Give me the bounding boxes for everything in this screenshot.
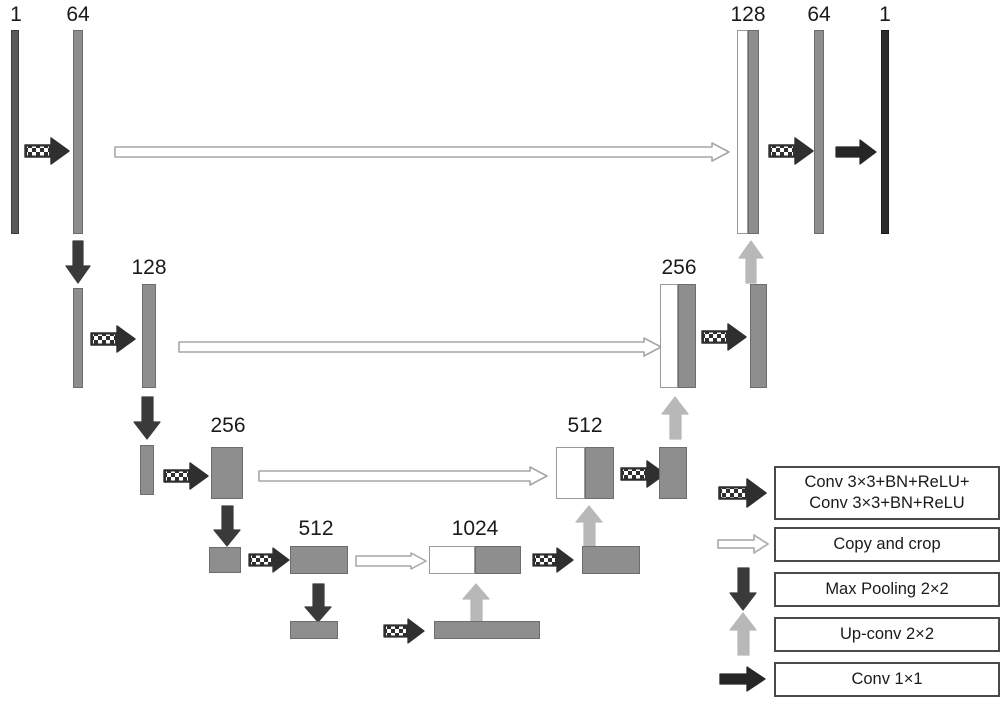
legend-item-upconv: Up-conv 2×2 — [712, 612, 1000, 656]
concat-upconv-half — [748, 30, 759, 234]
legend-conv-line1: Conv 3×3+BN+ReLU+ — [804, 473, 970, 491]
legend-conv-line2: Conv 3×3+BN+ReLU — [809, 494, 965, 512]
channel-label-dec-64: 64 — [807, 3, 831, 26]
feature-map-enc-128 — [142, 284, 156, 388]
maxpool-arrow-4 — [303, 583, 333, 623]
copy-crop-arrow-level-1 — [114, 142, 730, 162]
feature-map-pooled-128 — [140, 445, 154, 495]
channel-label-enc-64: 64 — [66, 3, 90, 26]
concat-copied-half — [556, 447, 585, 499]
conv-arrow-dec-4 — [532, 546, 574, 574]
solid-right-arrow-icon — [712, 658, 774, 700]
copy-crop-arrow-level-2 — [178, 337, 662, 357]
legend-label-upconv: Up-conv 2×2 — [774, 616, 1000, 652]
conv1x1-arrow — [835, 138, 877, 166]
legend-label-conv: Conv 3×3+BN+ReLU+ Conv 3×3+BN+ReLU — [774, 466, 1000, 520]
feature-map-dec-64 — [814, 30, 824, 234]
conv-arrow-enc-1 — [24, 136, 70, 166]
channel-label-dec-512: 512 — [567, 414, 603, 437]
channel-label-dec-256: 256 — [661, 256, 697, 279]
feature-map-enc-256 — [211, 447, 243, 499]
conv-arrow-enc-3 — [163, 461, 209, 491]
legend-item-conv1x1: Conv 1×1 — [712, 658, 1000, 700]
upconv-arrow-4 — [461, 583, 491, 623]
legend-label-conv1x1: Conv 1×1 — [774, 661, 1000, 697]
copy-crop-arrow-level-4 — [355, 552, 427, 570]
feature-map-output-1 — [881, 30, 889, 234]
conv-arrow-enc-2 — [90, 324, 136, 354]
feature-map-dec-1024-out — [582, 546, 640, 574]
hollow-arrow-icon — [712, 523, 774, 565]
feature-map-concat-512 — [556, 447, 614, 499]
unet-architecture-diagram: 1 64 128 64 1 128 256 256 512 512 1024 C… — [0, 0, 1000, 715]
feature-map-dec-512-out — [659, 447, 687, 499]
feature-map-pooled-64 — [73, 288, 83, 388]
upconv-arrow-3 — [574, 505, 604, 547]
channel-label-dec-128: 128 — [730, 3, 766, 26]
feature-map-enc-64 — [73, 30, 83, 234]
legend-label-copy-crop: Copy and crop — [774, 526, 1000, 562]
legend-label-maxpool: Max Pooling 2×2 — [774, 571, 1000, 607]
conv-arrow-dec-1 — [768, 136, 814, 166]
feature-map-enc-512 — [290, 546, 348, 574]
maxpool-arrow-3 — [212, 505, 242, 547]
conv-arrow-enc-4 — [248, 546, 290, 574]
conv-arrow-bottleneck — [383, 617, 425, 645]
channel-label-enc-512: 512 — [298, 517, 334, 540]
concat-copied-half — [429, 546, 475, 574]
conv-arrow-dec-2 — [701, 322, 747, 352]
legend: Conv 3×3+BN+ReLU+ Conv 3×3+BN+ReLU Copy … — [712, 466, 1000, 703]
upconv-arrow-1 — [737, 240, 765, 284]
maxpool-arrow-1 — [64, 240, 92, 284]
maxpool-arrow-2 — [132, 396, 162, 440]
down-arrow-icon — [712, 567, 774, 611]
copy-crop-arrow-level-3 — [258, 466, 548, 486]
channel-label-bottleneck-1024: 1024 — [451, 517, 499, 540]
feature-map-pooled-256 — [209, 547, 241, 573]
channel-label-input: 1 — [10, 3, 22, 26]
legend-item-conv: Conv 3×3+BN+ReLU+ Conv 3×3+BN+ReLU — [712, 466, 1000, 520]
upconv-arrow-2 — [660, 396, 690, 440]
channel-label-enc-256: 256 — [210, 414, 246, 437]
feature-map-concat-256 — [660, 284, 696, 388]
feature-map-concat-1024 — [429, 546, 521, 574]
up-arrow-icon — [712, 612, 774, 656]
concat-copied-half — [660, 284, 678, 388]
channel-label-output: 1 — [879, 3, 891, 26]
channel-label-enc-128: 128 — [131, 256, 167, 279]
concat-upconv-half — [678, 284, 696, 388]
conv-checkered-arrow-icon — [712, 472, 774, 514]
concat-upconv-half — [585, 447, 614, 499]
feature-map-concat-128 — [737, 30, 759, 234]
feature-map-bottleneck-1024 — [434, 621, 540, 639]
legend-item-maxpool: Max Pooling 2×2 — [712, 567, 1000, 611]
feature-map-dec-256-out — [750, 284, 767, 388]
feature-map-pooled-512 — [290, 621, 338, 639]
concat-upconv-half — [475, 546, 521, 574]
feature-map-input-1 — [11, 30, 19, 234]
concat-copied-half — [737, 30, 748, 234]
legend-item-copy-crop: Copy and crop — [712, 523, 1000, 565]
